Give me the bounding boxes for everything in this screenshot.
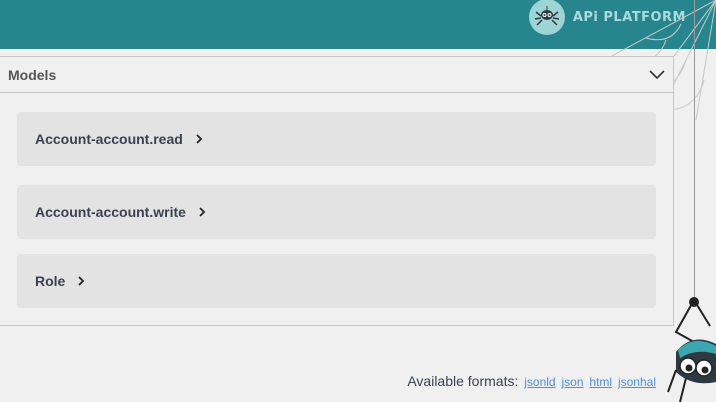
top-header-bar: APi PLATFORM (0, 0, 716, 49)
models-section: Models Account-account.read Account-acco… (0, 56, 674, 326)
spider-thread (694, 0, 695, 300)
model-item-account-read[interactable]: Account-account.read (17, 112, 656, 166)
model-item-account-write[interactable]: Account-account.write (17, 185, 656, 239)
model-item-role[interactable]: Role (17, 254, 656, 308)
format-link-html[interactable]: html (589, 375, 612, 389)
formats-label: Available formats: (407, 373, 519, 389)
model-name: Account-account.write (35, 204, 186, 220)
format-link-json[interactable]: json (562, 375, 584, 389)
model-name: Role (35, 273, 66, 289)
chevron-right-icon (77, 276, 85, 286)
format-link-jsonld[interactable]: jsonld (524, 375, 555, 389)
logo-text: APi PLATFORM (572, 9, 686, 25)
api-platform-logo[interactable]: APi PLATFORM (528, 0, 686, 35)
model-name: Account-account.read (35, 131, 183, 147)
chevron-down-icon[interactable] (649, 65, 665, 84)
models-title: Models (8, 66, 57, 83)
chevron-right-icon (198, 207, 206, 217)
chevron-right-icon (195, 134, 203, 144)
format-link-jsonhal[interactable]: jsonhal (618, 375, 656, 389)
spider-mascot-icon (667, 297, 716, 402)
spider-logo-icon (528, 0, 565, 35)
available-formats: Available formats: jsonld json html json… (407, 373, 656, 389)
models-header[interactable]: Models (0, 57, 673, 93)
